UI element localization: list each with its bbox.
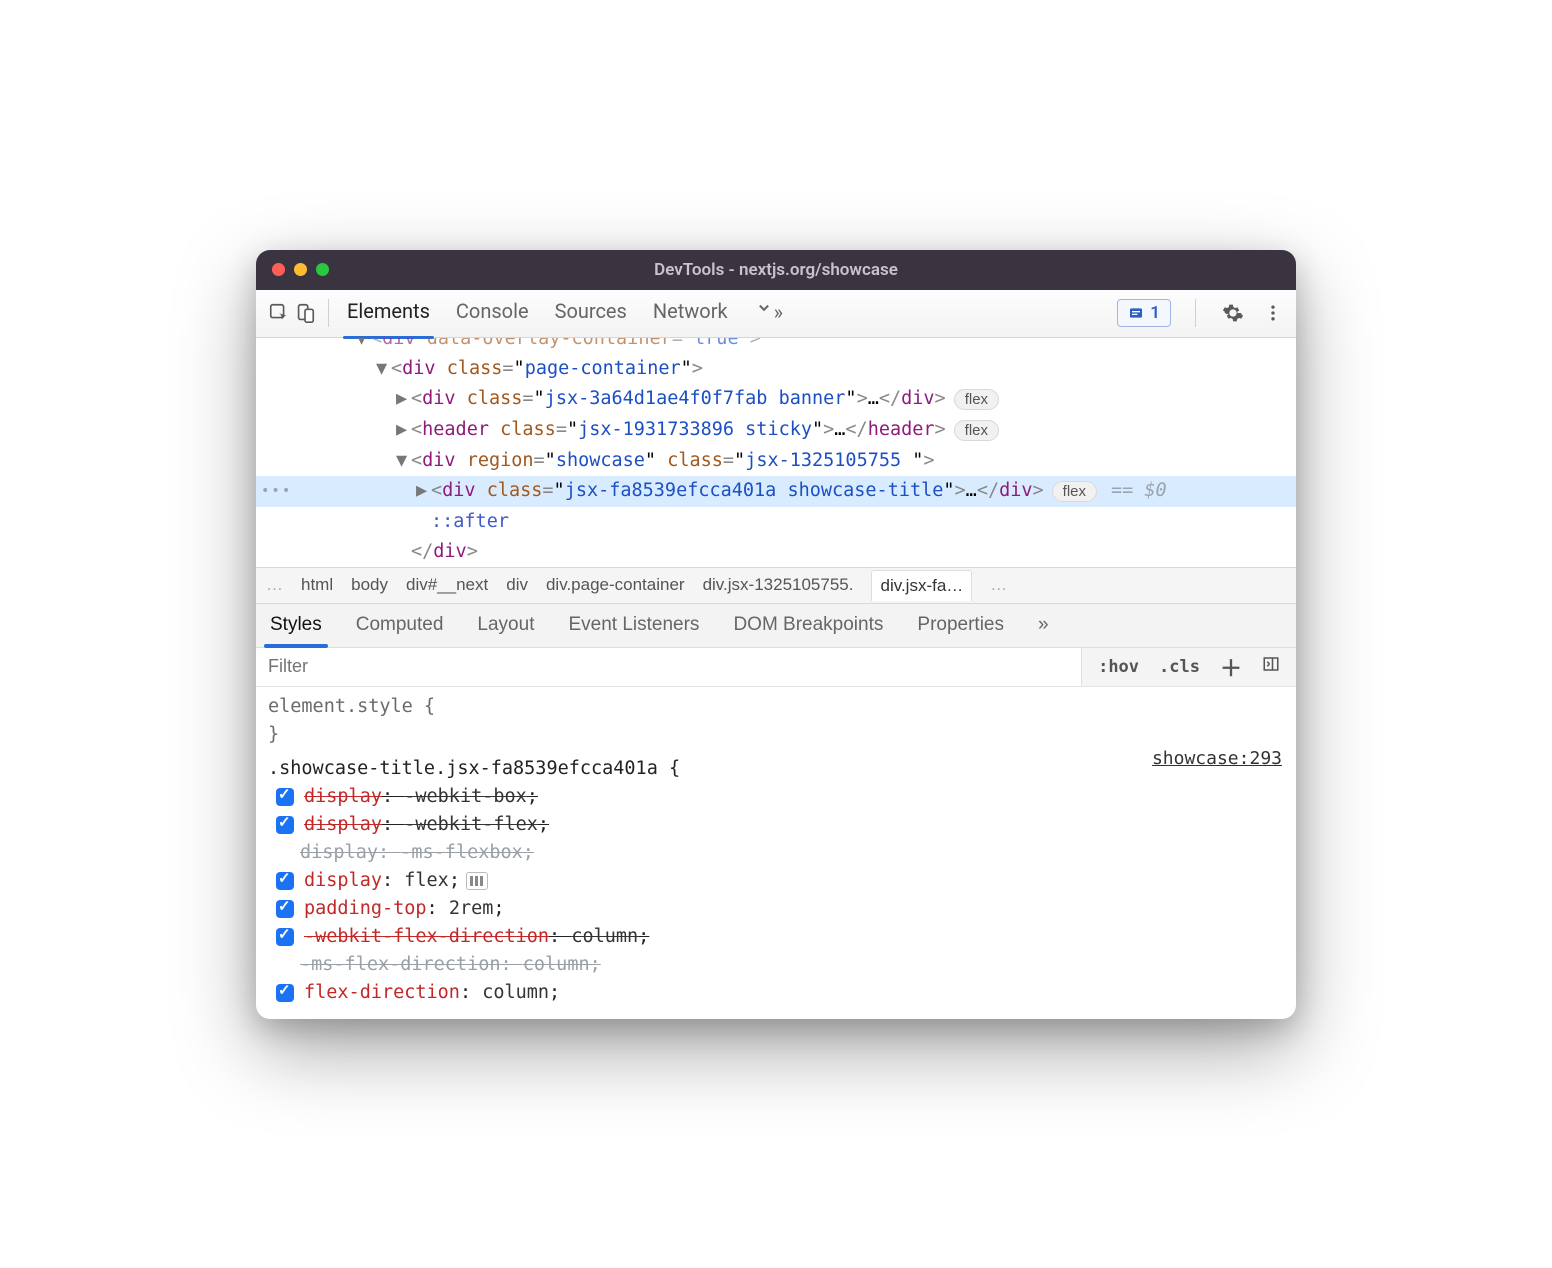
style-property[interactable]: display: -ms-flexbox; [268, 839, 1284, 867]
source-link[interactable]: showcase:293 [1152, 745, 1282, 773]
style-property[interactable]: display: -webkit-flex; [268, 811, 1284, 839]
dom-node[interactable]: ▶<header class="jsx-1931733896 sticky">…… [256, 415, 1296, 446]
breadcrumb-current[interactable]: div.jsx-fa… [871, 570, 972, 601]
toolbar-right: 1 [1117, 299, 1286, 327]
property-toggle[interactable] [276, 788, 294, 806]
stab-dom-breakpoints[interactable]: DOM Breakpoints [733, 606, 883, 644]
tab-network[interactable]: Network [653, 293, 728, 333]
breadcrumb-overflow-left[interactable]: … [266, 575, 283, 595]
traffic-lights [272, 263, 329, 276]
computed-sidebar-icon[interactable] [1256, 651, 1286, 682]
panel-tabs: Elements Console Sources Network » [347, 293, 783, 334]
stab-overflow-icon[interactable]: » [1038, 606, 1049, 644]
stab-styles[interactable]: Styles [270, 606, 322, 644]
stab-layout[interactable]: Layout [477, 606, 534, 644]
new-style-rule-icon[interactable]: ＋ [1214, 647, 1248, 687]
settings-icon[interactable] [1220, 300, 1246, 326]
stab-event-listeners[interactable]: Event Listeners [568, 606, 699, 644]
style-property[interactable]: flex-direction: column; [268, 979, 1284, 1007]
device-toolbar-icon[interactable] [292, 300, 318, 326]
property-toggle[interactable] [276, 816, 294, 834]
minimize-window-button[interactable] [294, 263, 307, 276]
element-style-selector: element.style { [268, 693, 1284, 721]
close-window-button[interactable] [272, 263, 285, 276]
devtools-window: DevTools - nextjs.org/showcase Elements … [256, 250, 1296, 1019]
tab-elements[interactable]: Elements [347, 293, 430, 333]
breadcrumb-div[interactable]: div [506, 575, 528, 595]
rule-selector: .showcase-title.jsx-fa8539efcca401a { [268, 755, 1284, 783]
devtools-toolbar: Elements Console Sources Network » 1 [256, 290, 1296, 338]
property-toggle[interactable] [276, 872, 294, 890]
dom-node[interactable]: </div> [256, 537, 1296, 567]
dom-node[interactable]: ▶<div class="jsx-fa8539efcca401a showcas… [256, 476, 1296, 507]
breadcrumb-body[interactable]: body [351, 575, 388, 595]
property-toggle[interactable] [276, 984, 294, 1002]
dom-node[interactable]: ▼<div data-overlay-container="true"> [256, 338, 1296, 354]
breadcrumb-next[interactable]: div#__next [406, 575, 488, 595]
dom-node[interactable]: ::after [256, 507, 1296, 537]
tab-overflow-icon[interactable]: » [754, 293, 783, 334]
styles-tabs: Styles Computed Layout Event Listeners D… [256, 603, 1296, 647]
more-icon[interactable] [1260, 300, 1286, 326]
filter-tools: :hov .cls ＋ [1081, 648, 1296, 686]
tab-sources[interactable]: Sources [555, 293, 627, 333]
styles-body[interactable]: element.style { } .showcase-title.jsx-fa… [256, 687, 1296, 1019]
style-property[interactable]: display: -webkit-box; [268, 783, 1284, 811]
dom-node[interactable]: ▼<div class="page-container"> [256, 354, 1296, 384]
titlebar: DevTools - nextjs.org/showcase [256, 250, 1296, 290]
window-title: DevTools - nextjs.org/showcase [256, 260, 1296, 280]
breadcrumb-jsx[interactable]: div.jsx-1325105755. [703, 575, 854, 595]
styles-filter-input[interactable] [256, 648, 1081, 686]
stab-properties[interactable]: Properties [917, 606, 1004, 644]
toolbar-separator [328, 299, 329, 327]
elements-tree[interactable]: ▼<div data-overlay-container="true">▼<di… [256, 338, 1296, 567]
flex-badge[interactable]: flex [954, 420, 999, 441]
style-property[interactable]: padding-top: 2rem; [268, 895, 1284, 923]
flex-badge[interactable]: flex [954, 389, 999, 410]
dom-node[interactable]: ▼<div region="showcase" class="jsx-13251… [256, 446, 1296, 476]
dom-node[interactable]: ▶<div class="jsx-3a64d1ae4f0f7fab banner… [256, 384, 1296, 415]
element-style-close: } [268, 721, 1284, 749]
tab-console[interactable]: Console [456, 293, 529, 333]
zoom-window-button[interactable] [316, 263, 329, 276]
property-toggle[interactable] [276, 928, 294, 946]
style-property[interactable]: display: flex; [268, 867, 1284, 895]
issues-count: 1 [1150, 303, 1160, 323]
breadcrumb-bar: … html body div#__next div div.page-cont… [256, 567, 1296, 603]
breadcrumb-overflow-right[interactable]: … [990, 575, 1007, 595]
flex-editor-icon[interactable] [466, 872, 488, 890]
style-property[interactable]: -ms-flex-direction: column; [268, 951, 1284, 979]
flex-badge[interactable]: flex [1052, 481, 1097, 502]
inspect-element-icon[interactable] [266, 300, 292, 326]
toolbar-separator [1195, 299, 1196, 327]
hov-toggle[interactable]: :hov [1092, 653, 1145, 681]
property-toggle[interactable] [276, 900, 294, 918]
issues-badge[interactable]: 1 [1117, 299, 1171, 327]
breadcrumb-page-container[interactable]: div.page-container [546, 575, 685, 595]
cls-toggle[interactable]: .cls [1153, 653, 1206, 681]
stab-computed[interactable]: Computed [356, 606, 444, 644]
styles-filter-row: :hov .cls ＋ [256, 647, 1296, 687]
style-property[interactable]: -webkit-flex-direction: column; [268, 923, 1284, 951]
breadcrumb-html[interactable]: html [301, 575, 333, 595]
